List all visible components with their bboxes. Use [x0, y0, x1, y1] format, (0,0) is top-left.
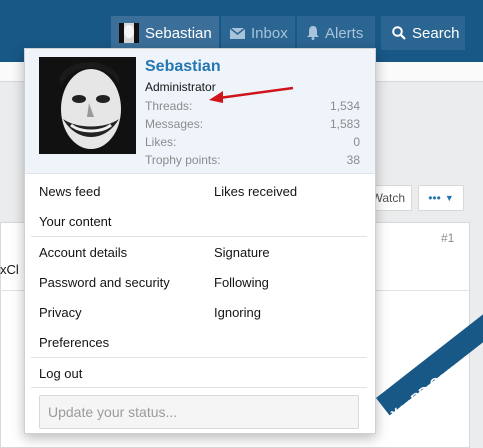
- stat-likes-label: Likes:: [145, 135, 177, 149]
- menu-username[interactable]: Sebastian: [145, 58, 221, 76]
- menu-item-log-out[interactable]: Log out: [39, 366, 82, 381]
- menu-item-account-details[interactable]: Account details: [39, 245, 127, 260]
- joker-portrait-icon: [39, 57, 136, 154]
- user-menu-label: Sebastian: [145, 24, 212, 42]
- menu-item-signature[interactable]: Signature: [214, 245, 270, 260]
- search-label: Search: [412, 24, 460, 42]
- stat-likes-value: 0: [353, 135, 360, 149]
- menu-item-following[interactable]: Following: [214, 275, 269, 290]
- account-summary: Sebastian Administrator Threads: 1,534 M…: [25, 49, 375, 174]
- envelope-icon: [230, 27, 245, 39]
- menu-separator: [31, 387, 367, 388]
- account-dropdown-menu: Sebastian Administrator Threads: 1,534 M…: [24, 48, 376, 434]
- menu-item-news-feed[interactable]: News feed: [39, 184, 100, 199]
- inbox-label: Inbox: [251, 24, 288, 42]
- post-partial-text: xCl: [0, 262, 19, 277]
- stat-trophy-points-label: Trophy points:: [145, 153, 221, 167]
- stat-messages-label: Messages:: [145, 117, 204, 131]
- user-avatar-large[interactable]: [39, 57, 136, 154]
- user-menu-tab[interactable]: Sebastian: [111, 16, 219, 50]
- alerts-tab[interactable]: Alerts: [297, 16, 375, 50]
- stat-messages-value: 1,583: [329, 117, 360, 131]
- caret-down-icon: ▼: [444, 193, 454, 203]
- user-avatar-icon: [119, 23, 139, 43]
- alerts-label: Alerts: [325, 24, 364, 42]
- stat-threads-label: Threads:: [145, 99, 193, 113]
- post-number[interactable]: #1: [441, 231, 454, 245]
- stat-likes: Likes: 0: [145, 135, 360, 149]
- stat-threads-value: 1,534: [329, 99, 360, 113]
- stat-messages: Messages: 1,583: [145, 117, 360, 131]
- bell-icon: [307, 26, 319, 40]
- menu-separator: [31, 236, 367, 237]
- menu-item-password-security[interactable]: Password and security: [39, 275, 170, 290]
- menu-item-likes-received[interactable]: Likes received: [214, 184, 297, 199]
- more-options-button[interactable]: ••• ▼: [418, 185, 464, 211]
- menu-separator: [31, 357, 367, 358]
- menu-item-privacy[interactable]: Privacy: [39, 305, 82, 320]
- stat-trophy-points: Trophy points: 38: [145, 153, 360, 167]
- inbox-tab[interactable]: Inbox: [221, 16, 295, 50]
- search-tab[interactable]: Search: [381, 16, 465, 50]
- stat-trophy-points-value: 38: [346, 153, 360, 167]
- menu-item-ignoring[interactable]: Ignoring: [214, 305, 261, 320]
- menu-user-title: Administrator: [145, 80, 216, 94]
- status-update-input[interactable]: [39, 395, 359, 429]
- menu-item-your-content[interactable]: Your content: [39, 214, 112, 229]
- annotation-arrow-icon: [209, 86, 294, 103]
- menu-item-preferences[interactable]: Preferences: [39, 335, 109, 350]
- search-icon: [392, 26, 406, 40]
- more-options-label: •••: [428, 191, 441, 205]
